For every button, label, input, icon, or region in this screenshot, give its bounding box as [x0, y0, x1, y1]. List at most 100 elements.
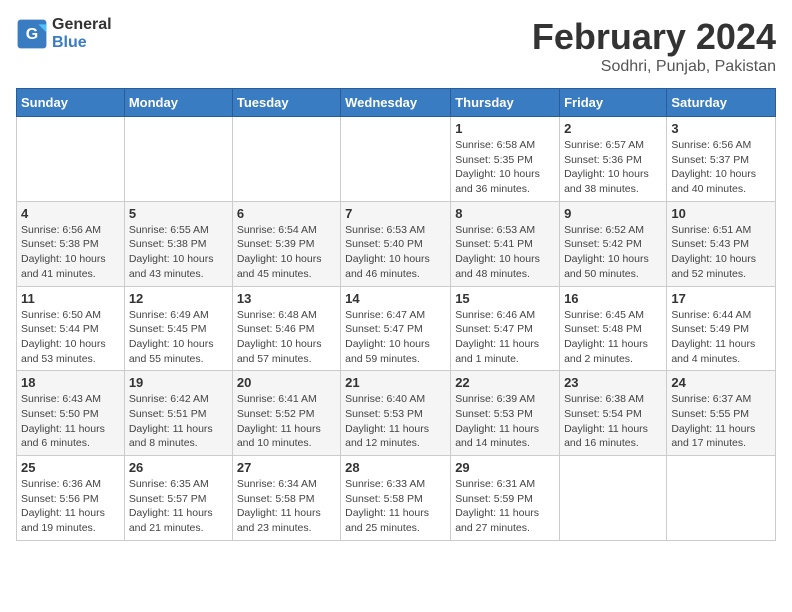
calendar-cell [341, 117, 451, 202]
day-number: 6 [237, 206, 336, 221]
day-number: 19 [129, 375, 228, 390]
calendar-week-row: 25 Sunrise: 6:36 AM Sunset: 5:56 PM Dayli… [17, 456, 776, 541]
calendar-cell: 25 Sunrise: 6:36 AM Sunset: 5:56 PM Dayli… [17, 456, 125, 541]
calendar-cell: 17Sunrise: 6:44 AM Sunset: 5:49 PM Dayli… [667, 286, 776, 371]
day-number: 2 [564, 121, 662, 136]
calendar-cell: 22 Sunrise: 6:39 AM Sunset: 5:53 PM Dayli… [451, 371, 560, 456]
calendar-week-row: 11 Sunrise: 6:50 AM Sunset: 5:44 PM Dayli… [17, 286, 776, 371]
calendar-table: SundayMondayTuesdayWednesdayThursdayFrid… [16, 88, 776, 541]
calendar-cell: 20 Sunrise: 6:41 AM Sunset: 5:52 PM Dayli… [232, 371, 340, 456]
day-info: Sunrise: 6:40 AM Sunset: 5:53 PM Dayligh… [345, 392, 446, 451]
calendar-cell: 19 Sunrise: 6:42 AM Sunset: 5:51 PM Dayli… [124, 371, 232, 456]
calendar-cell: 2Sunrise: 6:57 AM Sunset: 5:36 PM Daylig… [560, 117, 667, 202]
day-info: Sunrise: 6:38 AM Sunset: 5:54 PM Dayligh… [564, 392, 662, 451]
calendar-week-row: 18 Sunrise: 6:43 AM Sunset: 5:50 PM Dayli… [17, 371, 776, 456]
calendar-cell: 26 Sunrise: 6:35 AM Sunset: 5:57 PM Dayli… [124, 456, 232, 541]
day-number: 7 [345, 206, 446, 221]
day-info: Sunrise: 6:46 AM Sunset: 5:47 PM Dayligh… [455, 308, 555, 367]
calendar-cell: 21 Sunrise: 6:40 AM Sunset: 5:53 PM Dayli… [341, 371, 451, 456]
day-number: 21 [345, 375, 446, 390]
calendar-body: 1 Sunrise: 6:58 AM Sunset: 5:35 PM Daylig… [17, 117, 776, 541]
day-info: Sunrise: 6:55 AM Sunset: 5:38 PM Dayligh… [129, 223, 228, 282]
subtitle: Sodhri, Punjab, Pakistan [532, 58, 776, 76]
day-number: 26 [129, 460, 228, 475]
calendar-cell: 6 Sunrise: 6:54 AM Sunset: 5:39 PM Daylig… [232, 201, 340, 286]
day-of-week-header: Friday [560, 89, 667, 117]
calendar-header-row: SundayMondayTuesdayWednesdayThursdayFrid… [17, 89, 776, 117]
calendar-cell: 27 Sunrise: 6:34 AM Sunset: 5:58 PM Dayli… [232, 456, 340, 541]
day-of-week-header: Thursday [451, 89, 560, 117]
logo-text: General Blue [52, 16, 112, 52]
day-of-week-header: Saturday [667, 89, 776, 117]
header: G General Blue February 2024 Sodhri, Pun… [16, 16, 776, 76]
calendar-cell: 3 Sunrise: 6:56 AM Sunset: 5:37 PM Daylig… [667, 117, 776, 202]
main-title: February 2024 [532, 16, 776, 58]
day-of-week-header: Tuesday [232, 89, 340, 117]
day-info: Sunrise: 6:37 AM Sunset: 5:55 PM Dayligh… [671, 392, 771, 451]
day-number: 22 [455, 375, 555, 390]
day-number: 11 [21, 291, 120, 306]
day-of-week-header: Wednesday [341, 89, 451, 117]
day-info: Sunrise: 6:36 AM Sunset: 5:56 PM Dayligh… [21, 477, 120, 536]
day-info: Sunrise: 6:53 AM Sunset: 5:40 PM Dayligh… [345, 223, 446, 282]
day-info: Sunrise: 6:52 AM Sunset: 5:42 PM Dayligh… [564, 223, 662, 282]
day-info: Sunrise: 6:45 AM Sunset: 5:48 PM Dayligh… [564, 308, 662, 367]
calendar-cell: 23 Sunrise: 6:38 AM Sunset: 5:54 PM Dayli… [560, 371, 667, 456]
day-number: 9 [564, 206, 662, 221]
day-info: Sunrise: 6:39 AM Sunset: 5:53 PM Dayligh… [455, 392, 555, 451]
calendar-cell: 11 Sunrise: 6:50 AM Sunset: 5:44 PM Dayli… [17, 286, 125, 371]
calendar-cell [17, 117, 125, 202]
day-of-week-header: Monday [124, 89, 232, 117]
day-number: 28 [345, 460, 446, 475]
calendar-cell [667, 456, 776, 541]
calendar-cell [560, 456, 667, 541]
calendar-cell [232, 117, 340, 202]
day-number: 12 [129, 291, 228, 306]
title-area: February 2024 Sodhri, Punjab, Pakistan [532, 16, 776, 76]
day-number: 3 [671, 121, 771, 136]
day-info: Sunrise: 6:54 AM Sunset: 5:39 PM Dayligh… [237, 223, 336, 282]
day-number: 27 [237, 460, 336, 475]
calendar-cell: 16 Sunrise: 6:45 AM Sunset: 5:48 PM Dayli… [560, 286, 667, 371]
calendar-cell: 8Sunrise: 6:53 AM Sunset: 5:41 PM Daylig… [451, 201, 560, 286]
calendar-cell: 7 Sunrise: 6:53 AM Sunset: 5:40 PM Daylig… [341, 201, 451, 286]
day-number: 14 [345, 291, 446, 306]
calendar-week-row: 4Sunrise: 6:56 AM Sunset: 5:38 PM Daylig… [17, 201, 776, 286]
day-info: Sunrise: 6:34 AM Sunset: 5:58 PM Dayligh… [237, 477, 336, 536]
day-info: Sunrise: 6:31 AM Sunset: 5:59 PM Dayligh… [455, 477, 555, 536]
calendar-cell: 14 Sunrise: 6:47 AM Sunset: 5:47 PM Dayli… [341, 286, 451, 371]
day-info: Sunrise: 6:41 AM Sunset: 5:52 PM Dayligh… [237, 392, 336, 451]
day-info: Sunrise: 6:35 AM Sunset: 5:57 PM Dayligh… [129, 477, 228, 536]
day-number: 29 [455, 460, 555, 475]
calendar-cell: 4Sunrise: 6:56 AM Sunset: 5:38 PM Daylig… [17, 201, 125, 286]
day-info: Sunrise: 6:51 AM Sunset: 5:43 PM Dayligh… [671, 223, 771, 282]
day-info: Sunrise: 6:56 AM Sunset: 5:37 PM Dayligh… [671, 138, 771, 197]
day-info: Sunrise: 6:56 AM Sunset: 5:38 PM Dayligh… [21, 223, 120, 282]
day-number: 23 [564, 375, 662, 390]
logo: G General Blue [16, 16, 112, 52]
calendar-cell: 9 Sunrise: 6:52 AM Sunset: 5:42 PM Daylig… [560, 201, 667, 286]
calendar-cell: 18 Sunrise: 6:43 AM Sunset: 5:50 PM Dayli… [17, 371, 125, 456]
calendar-cell: 29 Sunrise: 6:31 AM Sunset: 5:59 PM Dayli… [451, 456, 560, 541]
day-info: Sunrise: 6:42 AM Sunset: 5:51 PM Dayligh… [129, 392, 228, 451]
day-info: Sunrise: 6:33 AM Sunset: 5:58 PM Dayligh… [345, 477, 446, 536]
day-number: 25 [21, 460, 120, 475]
calendar-cell: 13Sunrise: 6:48 AM Sunset: 5:46 PM Dayli… [232, 286, 340, 371]
svg-text:G: G [26, 26, 38, 43]
calendar-cell [124, 117, 232, 202]
day-info: Sunrise: 6:50 AM Sunset: 5:44 PM Dayligh… [21, 308, 120, 367]
day-of-week-header: Sunday [17, 89, 125, 117]
day-info: Sunrise: 6:53 AM Sunset: 5:41 PM Dayligh… [455, 223, 555, 282]
day-number: 18 [21, 375, 120, 390]
day-info: Sunrise: 6:47 AM Sunset: 5:47 PM Dayligh… [345, 308, 446, 367]
day-number: 13 [237, 291, 336, 306]
day-number: 20 [237, 375, 336, 390]
day-number: 1 [455, 121, 555, 136]
day-number: 16 [564, 291, 662, 306]
day-number: 15 [455, 291, 555, 306]
day-info: Sunrise: 6:58 AM Sunset: 5:35 PM Dayligh… [455, 138, 555, 197]
day-info: Sunrise: 6:43 AM Sunset: 5:50 PM Dayligh… [21, 392, 120, 451]
day-number: 5 [129, 206, 228, 221]
calendar-cell: 28 Sunrise: 6:33 AM Sunset: 5:58 PM Dayli… [341, 456, 451, 541]
calendar-cell: 15 Sunrise: 6:46 AM Sunset: 5:47 PM Dayli… [451, 286, 560, 371]
